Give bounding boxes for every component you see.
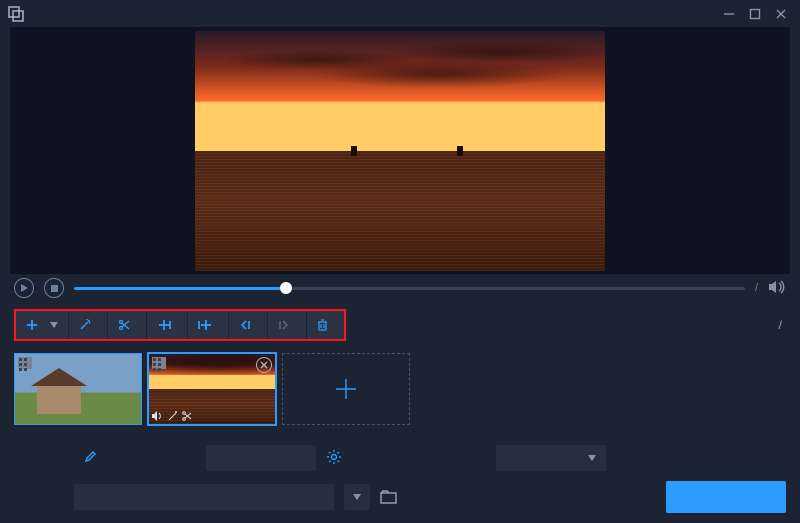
volume-icon[interactable]: [768, 280, 786, 297]
bottombar: [0, 439, 800, 523]
behind-button[interactable]: [188, 311, 228, 339]
ahead-button[interactable]: [147, 311, 187, 339]
add-clip-placeholder[interactable]: [282, 353, 410, 425]
trash-icon: [317, 319, 328, 331]
trim-button[interactable]: [108, 311, 146, 339]
ahead-icon: [157, 319, 171, 331]
app-logo-icon: [8, 6, 24, 22]
maximize-button[interactable]: [742, 4, 768, 24]
grid-icon: [152, 357, 166, 369]
save-path-field[interactable]: [74, 484, 334, 510]
play-button[interactable]: [14, 278, 34, 298]
scissors-icon: [118, 319, 130, 331]
scissors-icon: [182, 411, 192, 421]
edit-button[interactable]: [69, 311, 107, 339]
video-preview[interactable]: [195, 31, 605, 271]
minimize-button[interactable]: [716, 4, 742, 24]
wand-icon: [168, 411, 178, 421]
chevron-down-icon: [50, 322, 58, 328]
behind-icon: [198, 319, 212, 331]
forward-icon: [239, 319, 251, 331]
grid-icon: [18, 357, 32, 369]
edit-name-button[interactable]: [84, 451, 96, 466]
forward-button[interactable]: [229, 311, 267, 339]
edit-toolbar: [14, 309, 346, 341]
save-path-dropdown[interactable]: [344, 484, 370, 510]
add-button[interactable]: [16, 311, 68, 339]
wand-icon: [79, 319, 91, 331]
playbar: /: [0, 274, 800, 303]
export-button[interactable]: [666, 481, 786, 513]
backward-icon: [278, 319, 290, 331]
output-format-select[interactable]: [206, 445, 316, 471]
output-settings-button[interactable]: [326, 449, 342, 468]
clip-count: /: [779, 318, 786, 332]
audio-track-select[interactable]: [496, 445, 606, 471]
open-folder-button[interactable]: [380, 490, 398, 504]
clip-item[interactable]: [148, 353, 276, 425]
clip-thumbnail: [15, 354, 141, 424]
clip-list: [0, 347, 800, 439]
backward-button[interactable]: [268, 311, 306, 339]
preview-area: [10, 27, 790, 273]
toolbar-row: /: [0, 303, 800, 347]
plus-icon: [26, 319, 38, 331]
progress-slider[interactable]: [74, 287, 745, 290]
audio-icon: [152, 411, 164, 421]
empty-button[interactable]: [307, 311, 344, 339]
clip-item[interactable]: [14, 353, 142, 425]
remove-clip-button[interactable]: [256, 357, 272, 373]
titlebar: [0, 0, 800, 27]
time-display: /: [755, 282, 758, 294]
stop-button[interactable]: [44, 278, 64, 298]
chevron-down-icon: [588, 455, 596, 461]
close-button[interactable]: [768, 4, 794, 24]
